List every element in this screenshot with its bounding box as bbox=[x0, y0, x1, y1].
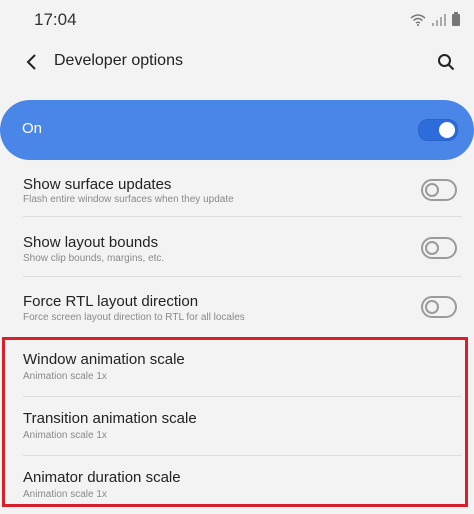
list-item-title: Force RTL layout direction bbox=[23, 293, 199, 310]
wifi-icon bbox=[410, 13, 426, 31]
search-button[interactable] bbox=[432, 48, 460, 76]
list-item-force-rtl[interactable]: Force RTL layout direction Force screen … bbox=[0, 277, 474, 335]
toggle-knob bbox=[439, 122, 455, 138]
master-toggle[interactable] bbox=[418, 119, 458, 141]
status-time: 17:04 bbox=[34, 10, 77, 29]
signal-icon bbox=[432, 13, 446, 31]
list-item-show-layout-bounds[interactable]: Show layout bounds Show clip bounds, mar… bbox=[0, 217, 474, 275]
status-bar: 17:04 bbox=[0, 0, 474, 40]
app-bar: Developer options bbox=[0, 40, 474, 84]
master-switch-label: On bbox=[22, 120, 43, 137]
list-item-show-surface-updates[interactable]: Show surface updates Flash entire window… bbox=[0, 160, 474, 216]
toggle-switch[interactable] bbox=[421, 296, 457, 318]
list-item-subtitle: Flash entire window surfaces when they u… bbox=[23, 194, 234, 205]
master-switch-bar[interactable]: On bbox=[0, 100, 474, 160]
list-item-subtitle: Force screen layout direction to RTL for… bbox=[23, 312, 245, 323]
toggle-knob bbox=[425, 300, 439, 314]
page-title: Developer options bbox=[54, 52, 183, 69]
toggle-knob bbox=[425, 241, 439, 255]
list-item-title: Show surface updates bbox=[23, 176, 172, 193]
back-button[interactable] bbox=[18, 48, 46, 76]
toggle-switch[interactable] bbox=[421, 179, 457, 201]
back-arrow-icon bbox=[26, 54, 36, 70]
toggle-knob bbox=[425, 183, 439, 197]
battery-icon bbox=[452, 12, 460, 31]
list-item-subtitle: Show clip bounds, margins, etc. bbox=[23, 253, 165, 264]
toggle-switch[interactable] bbox=[421, 237, 457, 259]
search-icon bbox=[438, 54, 455, 71]
list-item-title: Show layout bounds bbox=[23, 234, 159, 251]
highlight-box bbox=[2, 337, 468, 507]
status-icons bbox=[410, 12, 460, 31]
